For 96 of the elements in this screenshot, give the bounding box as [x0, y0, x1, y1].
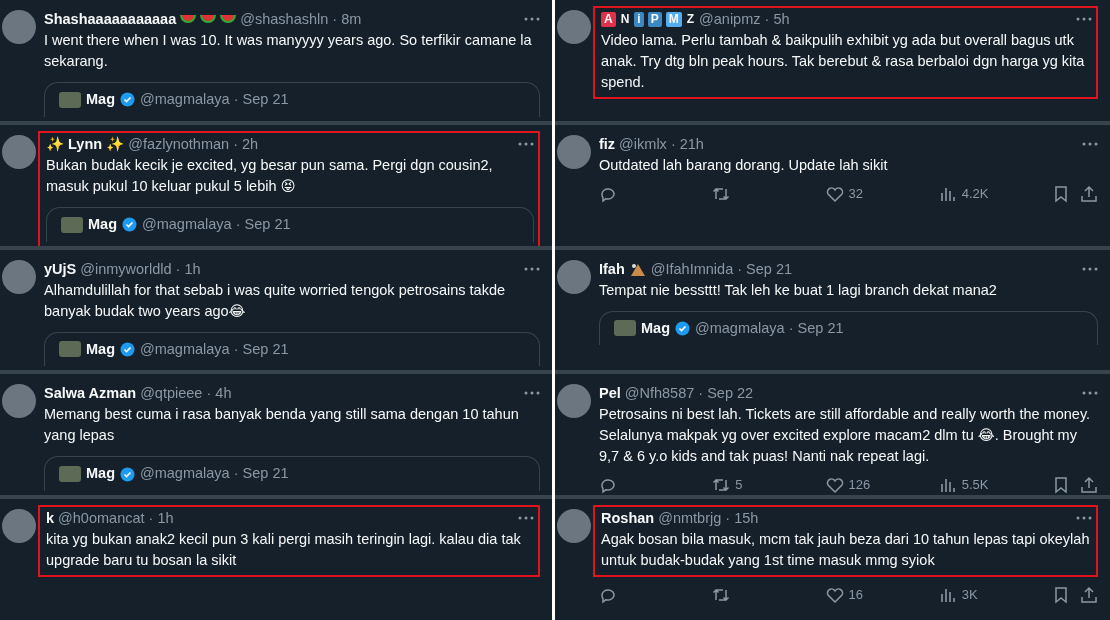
tweet-text: Outdated lah barang dorang. Update lah sikit	[599, 155, 889, 175]
bookmark-icon[interactable]	[1052, 585, 1070, 604]
heart-icon[interactable]	[825, 184, 844, 203]
bookmark-icon[interactable]	[1052, 184, 1070, 203]
tweet-text: Agak bosan bila masuk, mcm tak jauh beza dari 10 tahun lepas tapi okeylah untuk budak-budak yang 1st time masuk mmg syiok	[601, 530, 1091, 571]
user-handle: @magmalaya · Sep 21	[142, 214, 291, 234]
heart-icon[interactable]	[825, 476, 844, 495]
reply-icon[interactable]	[599, 476, 617, 495]
more-icon[interactable]	[1082, 391, 1098, 396]
user-handle: @anipmz · 5h	[699, 10, 790, 28]
tweet-text: kita yg bukan anak2 kecil pun 3 kali pergi masih teringin lagi. kalau dia tak upgrade baru tu bosan la sikit	[46, 530, 522, 571]
more-icon[interactable]	[1082, 266, 1098, 271]
more-icon[interactable]	[518, 141, 534, 146]
heart-icon[interactable]	[825, 585, 844, 604]
user-name: yUjS	[44, 259, 77, 278]
avatar	[59, 91, 81, 108]
tweet-text: I went there when I was 10. It was manyyyy years ago. So terfikir camane la sekarang.	[44, 31, 533, 71]
more-icon[interactable]	[518, 516, 534, 521]
tweet-text: Tempat nie bessttt! Tak leh ke buat 1 lagi branch dekat mana2	[599, 280, 998, 300]
user-handle: @magmalaya · Sep 21	[140, 464, 289, 484]
user-handle: @qtpieee · 4h	[140, 384, 232, 403]
watermelon-icon	[180, 12, 197, 26]
verified-icon	[120, 466, 135, 482]
tweet-text: Video lama. Perlu tambah & baikpulih exhibit yg ada but overall bagus utk anak. Try dtg bln peak hours. Tak berebut & rasa berbaloi dgn harga yg kita spend.	[601, 31, 1086, 92]
tweet-text: Memang best cuma i rasa banyak benda yang still sama dengan 10 tahun yang lepas	[44, 405, 520, 446]
more-icon[interactable]	[524, 17, 540, 21]
user-handle: @magmalaya · Sep 21	[695, 318, 844, 338]
user-name: Mag	[86, 90, 115, 109]
more-icon[interactable]	[524, 266, 540, 271]
user-name: fiz	[599, 134, 616, 153]
more-icon[interactable]	[1082, 141, 1098, 146]
share-icon[interactable]	[1080, 476, 1098, 495]
name-letter: Z	[685, 11, 696, 27]
action-count: 5.5K	[961, 476, 989, 495]
user-handle: @magmalaya · Sep 21	[140, 339, 289, 359]
verified-icon	[120, 341, 135, 357]
share-icon[interactable]	[1080, 585, 1098, 604]
tweet-text: Petrosains ni best lah. Tickets are still affordable and really worth the money. Selalunya makpak yg over excited explore macam2 dlm tu 😂. Brought my 9,7 & 6 y.o kids and tak puas! Nanti nak repeat lagi.	[599, 405, 1092, 467]
avatar	[614, 320, 636, 337]
verified-icon	[120, 92, 135, 108]
bookmark-icon[interactable]	[1052, 476, 1070, 495]
user-name: Shashaaaaaaaaaaa	[44, 10, 177, 28]
user-name: ✨ Lynn ✨	[46, 134, 125, 153]
watermelon-icon	[220, 12, 237, 26]
letter-tile: A	[601, 11, 616, 27]
watermelon-icon	[200, 12, 217, 26]
verified-icon	[675, 320, 690, 336]
more-icon[interactable]	[524, 391, 540, 396]
user-handle: @Nfh8587 · Sep 22	[624, 384, 754, 403]
avatar	[59, 341, 81, 358]
user-name: Roshan	[601, 509, 655, 528]
avatar	[557, 384, 591, 419]
user-handle: @magmalaya · Sep 21	[140, 90, 289, 109]
avatar	[2, 134, 36, 169]
action-count: 16	[848, 586, 863, 605]
user-name: k	[46, 509, 55, 528]
user-name: Mag	[88, 214, 117, 234]
avatar	[557, 259, 591, 294]
avatar	[557, 10, 591, 44]
tweet-text: Bukan budak kecik je excited, yg besar pun sama. Pergi dgn cousin2, masuk pukul 10 keluar pukul 5 lebih 😝	[46, 155, 494, 196]
letter-tile: M	[665, 11, 682, 27]
avatar	[59, 466, 81, 483]
name-letter: N	[619, 11, 631, 27]
tweet-text: Alhamdulillah for that sebab i was quite worried tengok petrosains takde banyak budak two years ago😂	[44, 280, 507, 321]
avatar	[557, 509, 591, 544]
user-handle: @ikmlx · 21h	[619, 134, 704, 153]
bar-chart-icon[interactable]	[938, 476, 957, 495]
avatar	[2, 384, 36, 419]
action-count: 3K	[961, 586, 978, 605]
user-handle: @h0omancat · 1h	[58, 509, 174, 528]
share-icon[interactable]	[1080, 184, 1098, 203]
avatar	[61, 216, 83, 233]
avatar	[2, 509, 36, 544]
letter-tile: P	[647, 11, 662, 27]
user-name: Mag	[86, 464, 115, 484]
avatar	[2, 10, 36, 44]
action-count: 32	[848, 184, 863, 203]
verified-icon	[122, 217, 137, 233]
user-handle: @inmyworldld · 1h	[80, 259, 201, 278]
user-name: Salwa Azman	[44, 384, 137, 403]
more-icon[interactable]	[1076, 516, 1092, 521]
user-handle: @nmtbrjg · 15h	[658, 509, 759, 528]
avatar	[2, 259, 36, 294]
user-name: Pel	[599, 384, 621, 403]
action-count: 126	[848, 476, 871, 495]
user-handle: @shashashln · 8m	[240, 10, 362, 28]
action-count: 4.2K	[961, 184, 989, 203]
avatar	[557, 134, 591, 169]
more-icon[interactable]	[1076, 17, 1092, 21]
user-handle: @IfahImnida · Sep 21	[650, 259, 793, 278]
letter-tile: i	[634, 11, 644, 27]
action-count: 5	[735, 476, 743, 495]
user-handle: @fazlynothman · 2h	[128, 134, 259, 153]
user-name: Ifah	[599, 259, 625, 278]
user-name: Mag	[86, 339, 115, 359]
user-name: Mag	[641, 318, 670, 338]
